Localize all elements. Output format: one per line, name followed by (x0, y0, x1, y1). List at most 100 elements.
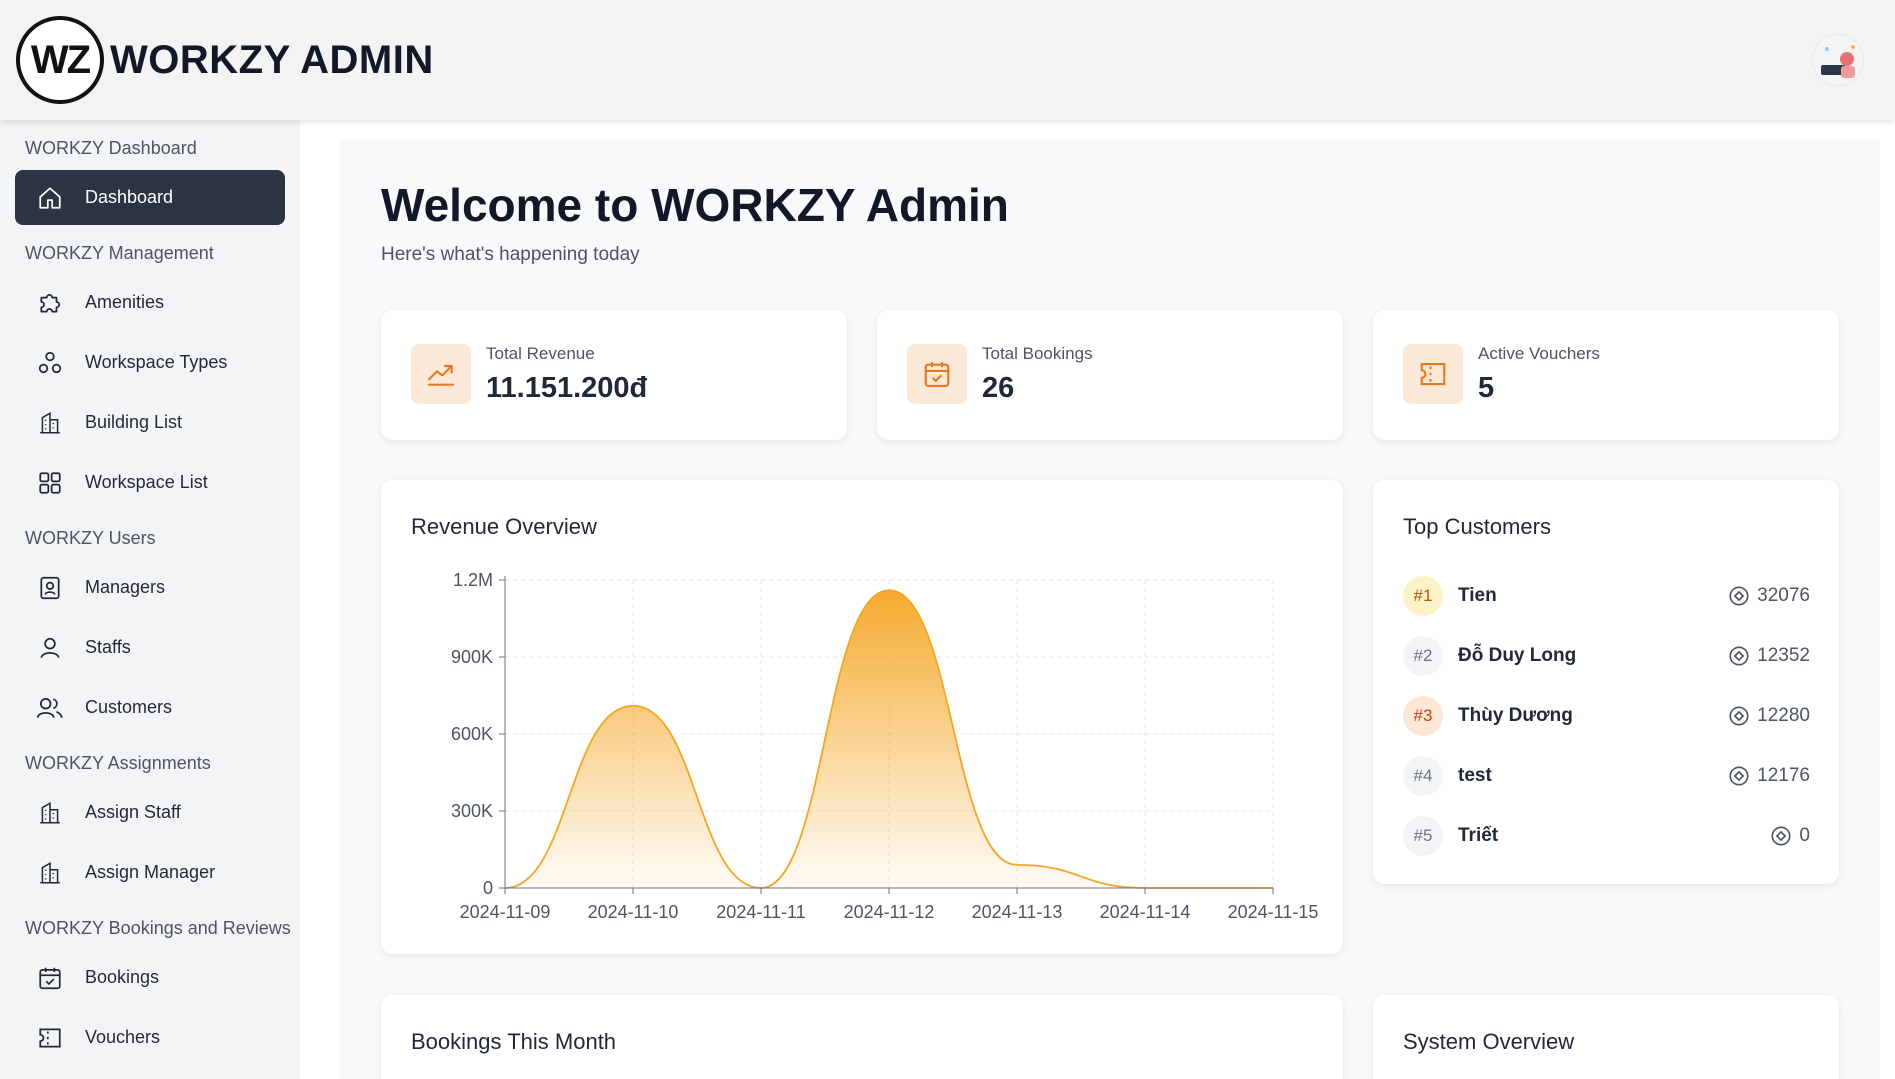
rank-badge: #3 (1403, 696, 1443, 736)
stat-label: Total Revenue (486, 344, 595, 363)
y-tick-label: 600K (451, 724, 493, 744)
sidebar-item-label: Assign Manager (85, 862, 216, 882)
y-tick-label: 900K (451, 647, 493, 667)
home-icon (35, 183, 65, 213)
brand-title: WORKZY ADMIN (110, 38, 434, 82)
puzzle-icon (35, 288, 65, 318)
sidebar-item-amenities[interactable]: Amenities (15, 275, 285, 330)
sidebar-item-customers[interactable]: Customers (15, 680, 285, 735)
sidebar-item-workspace-types[interactable]: Workspace Types (15, 335, 285, 390)
customer-points: 32076 (1728, 585, 1810, 607)
logo[interactable]: WZ (16, 16, 104, 104)
rank-badge: #2 (1403, 636, 1443, 676)
customer-row[interactable]: #2 Đỗ Duy Long 12352 (1403, 634, 1810, 678)
sidebar-item-bookings[interactable]: Bookings (15, 950, 285, 1005)
stat-card-bookings: Total Bookings 26 (877, 310, 1343, 440)
section-title-users: WORKZY Users (25, 528, 156, 548)
section-title-dashboard: WORKZY Dashboard (25, 138, 197, 158)
sidebar-item-label: Bookings (85, 967, 160, 987)
stat-value: 5 (1478, 372, 1495, 404)
sidebar-item-assign-staff[interactable]: Assign Staff (15, 785, 285, 840)
points-icon (1729, 586, 1749, 606)
customer-name: Triết (1458, 825, 1499, 846)
building-icon (35, 408, 65, 438)
sidebar-item-label: Amenities (85, 292, 165, 312)
revenue-area (505, 590, 1273, 888)
rank-badge: #4 (1403, 756, 1443, 796)
customer-points: 12280 (1728, 705, 1810, 727)
customer-points: 12176 (1728, 765, 1810, 787)
customer-row[interactable]: #5 Triết 0 (1403, 814, 1810, 858)
ticket-icon (1403, 344, 1463, 404)
system-overview-card: System Overview (1373, 995, 1839, 1079)
sidebar-item-dashboard[interactable]: Dashboard (15, 170, 285, 225)
badge-icon (35, 573, 65, 603)
revenue-overview-card: Revenue Overview 0 300K 600K 900K 1.2M 2024-1… (381, 480, 1343, 954)
sidebar-item-label: Workspace Types (85, 352, 228, 372)
sidebar-item-building-list[interactable]: Building List (15, 395, 285, 450)
customer-name: test (1458, 765, 1492, 786)
avatar[interactable] (1812, 34, 1864, 86)
page-subtitle: Here's what's happening today (381, 244, 640, 265)
points-value: 0 (1799, 825, 1810, 846)
customer-points: 12352 (1728, 645, 1810, 667)
card-title: Bookings This Month (411, 1029, 617, 1054)
customer-row[interactable]: #3 Thùy Dương 12280 (1403, 694, 1810, 738)
page-title: Welcome to WORKZY Admin (381, 179, 1009, 231)
y-tick-label: 1.2M (453, 570, 493, 590)
revenue-chart: 0 300K 600K 900K 1.2M 2024-11-09 2024-11-10 202… (451, 570, 1318, 922)
stat-card-vouchers: Active Vouchers 5 (1373, 310, 1839, 440)
top-bar: WZ WORKZY ADMIN (0, 0, 1895, 120)
rank-badge: #1 (1403, 576, 1443, 616)
x-tick-label: 2024-11-12 (844, 902, 935, 922)
x-tick-label: 2024-11-10 (588, 902, 679, 922)
top-customers-card: Top Customers #1 Tien 32076 #2 Đỗ Duy Lo… (1373, 480, 1839, 884)
shapes-icon (35, 348, 65, 378)
sidebar-item-label: Vouchers (85, 1027, 161, 1047)
customer-name: Đỗ Duy Long (1458, 645, 1577, 666)
sidebar-item-vouchers[interactable]: Vouchers (15, 1010, 285, 1065)
section-title-bookings: WORKZY Bookings and Reviews (25, 918, 291, 938)
sidebar-item-label: Staffs (85, 637, 131, 657)
card-title: Top Customers (1403, 514, 1551, 539)
x-tick-label: 2024-11-14 (1100, 902, 1191, 922)
sidebar: WORKZY Dashboard Dashboard WORKZY Manage… (0, 120, 300, 1079)
stat-label: Active Vouchers (1478, 344, 1600, 363)
points-icon (1729, 766, 1749, 786)
x-tick-label: 2024-11-09 (460, 902, 551, 922)
rank-badge: #5 (1403, 816, 1443, 856)
y-tick-label: 300K (451, 801, 493, 821)
sidebar-item-assign-manager[interactable]: Assign Manager (15, 845, 285, 900)
customer-row[interactable]: #4 test 12176 (1403, 754, 1810, 798)
section-title-assignments: WORKZY Assignments (25, 753, 211, 773)
y-tick-label: 0 (483, 878, 493, 898)
ticket-icon (35, 1023, 65, 1053)
user-icon (35, 633, 65, 663)
sidebar-item-label: Building List (85, 412, 183, 432)
x-tick-label: 2024-11-11 (716, 902, 805, 922)
sidebar-item-staffs[interactable]: Staffs (15, 620, 285, 675)
points-value: 32076 (1757, 585, 1810, 606)
points-icon (1729, 706, 1749, 726)
customer-name: Tien (1458, 585, 1497, 606)
stat-label: Total Bookings (982, 344, 1093, 363)
users-icon (35, 693, 65, 723)
stat-value: 11.151.200đ (486, 372, 648, 404)
calendar-check-icon (35, 963, 65, 993)
section-title-management: WORKZY Management (25, 243, 214, 263)
trending-up-icon (411, 344, 471, 404)
sidebar-item-managers[interactable]: Managers (15, 560, 285, 615)
bookings-this-month-card: Bookings This Month (381, 995, 1343, 1079)
calendar-check-icon (907, 344, 967, 404)
card-title: System Overview (1403, 1029, 1575, 1054)
grid-icon (35, 468, 65, 498)
building-icon (35, 798, 65, 828)
sidebar-item-label: Managers (85, 577, 166, 597)
customer-points: 0 (1770, 825, 1810, 847)
sidebar-item-workspace-list[interactable]: Workspace List (15, 455, 285, 510)
stat-card-revenue: Total Revenue 11.151.200đ (381, 310, 847, 440)
customer-row[interactable]: #1 Tien 32076 (1403, 574, 1810, 618)
sidebar-item-label: Assign Staff (85, 802, 181, 822)
points-value: 12352 (1757, 645, 1810, 666)
points-icon (1729, 646, 1749, 666)
